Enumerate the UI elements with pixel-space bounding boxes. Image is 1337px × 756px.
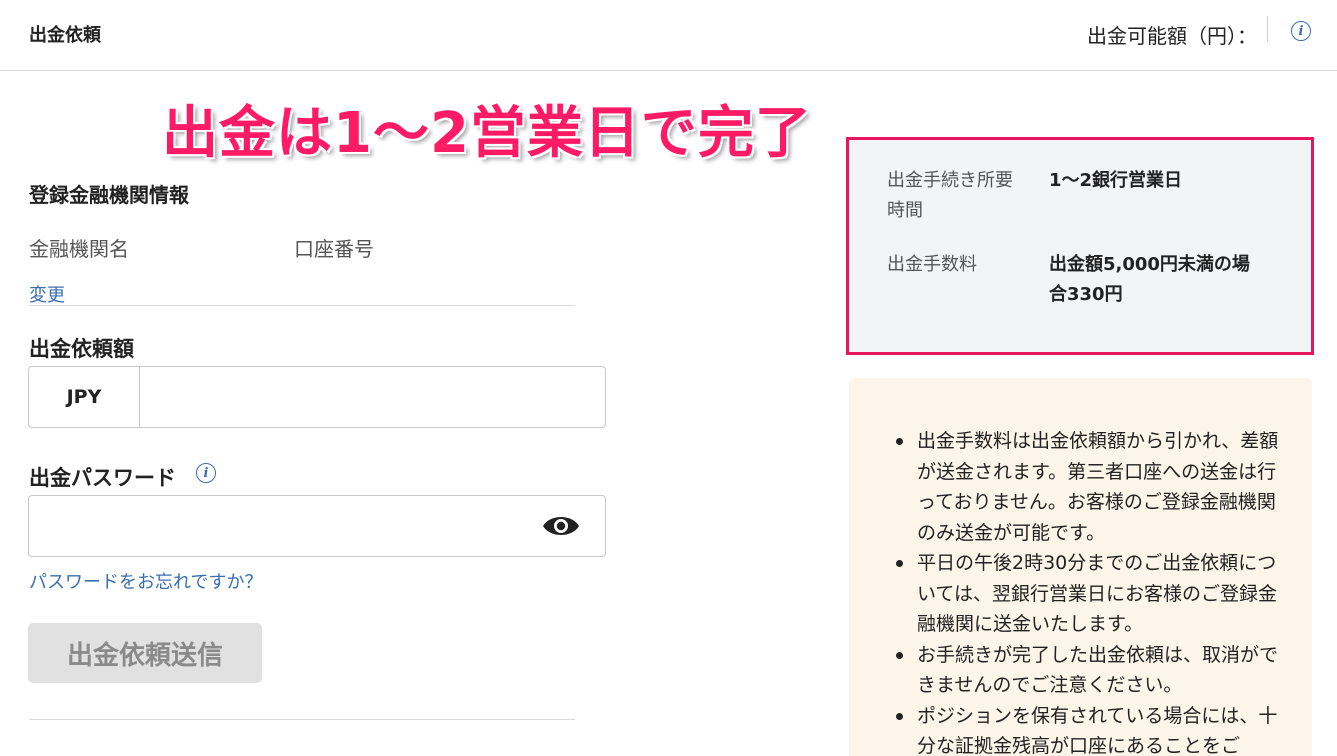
page-title: 出金依頼: [29, 25, 101, 46]
fee-value: 出金額5,000円未満の場 合330円: [1049, 254, 1250, 305]
bank-name-label: 金融機関名: [29, 237, 129, 261]
account-number-label: 口座番号: [294, 237, 374, 261]
forgot-password-link[interactable]: パスワードをお忘れですか？: [29, 568, 262, 594]
change-bank-link[interactable]: 変更: [29, 281, 65, 307]
currency-label: JPY: [29, 367, 140, 427]
processing-time-label: 出金手続き所要 時間: [887, 170, 1013, 221]
list-item: ポジションを保有されている場合には、十分な証拠金残高が口座にあることをご: [879, 701, 1279, 756]
amount-input[interactable]: [140, 367, 605, 427]
password-field-group: [28, 495, 606, 557]
submit-withdrawal-button[interactable]: 出金依頼送信: [28, 623, 262, 683]
amount-title: 出金依頼額: [29, 337, 134, 361]
section-divider: [29, 305, 575, 306]
list-item: 出金手数料は出金依頼額から引かれ、差額が送金されます。第三者口座への送金は行って…: [879, 426, 1279, 548]
processing-time-value: 1～2銀行営業日: [1049, 170, 1183, 191]
withdrawal-info-panel: 出金手続き所要 時間 1～2銀行営業日 出金手数料 出金額5,000円未満の場 …: [846, 137, 1314, 355]
notes-panel: 出金手数料は出金依頼額から引かれ、差額が送金されます。第三者口座への送金は行って…: [849, 378, 1312, 756]
eye-icon[interactable]: [541, 511, 581, 541]
password-title: 出金パスワード: [29, 466, 176, 490]
password-info-icon[interactable]: i: [196, 463, 216, 483]
header-divider: [1267, 16, 1268, 42]
bank-info-title: 登録金融機関情報: [29, 183, 189, 207]
available-amount-label: 出金可能額（円）：: [1087, 24, 1257, 48]
list-item: 平日の午後2時30分までのご出金依頼については、翌銀行営業日にお客様のご登録金融…: [879, 548, 1279, 640]
amount-field-group: JPY: [28, 366, 606, 428]
list-item: お手続きが完了した出金依頼は、取消ができませんのでご注意ください。: [879, 640, 1279, 701]
promo-banner-text: 出金は1～2営業日で完了: [162, 101, 812, 166]
info-icon[interactable]: i: [1291, 21, 1311, 41]
fee-label: 出金手数料: [887, 254, 977, 275]
page-header: 出金依頼 出金可能額（円）： i: [0, 0, 1337, 71]
password-input[interactable]: [29, 515, 541, 537]
notes-list: 出金手数料は出金依頼額から引かれ、差額が送金されます。第三者口座への送金は行って…: [879, 426, 1279, 756]
bottom-divider: [29, 719, 575, 720]
